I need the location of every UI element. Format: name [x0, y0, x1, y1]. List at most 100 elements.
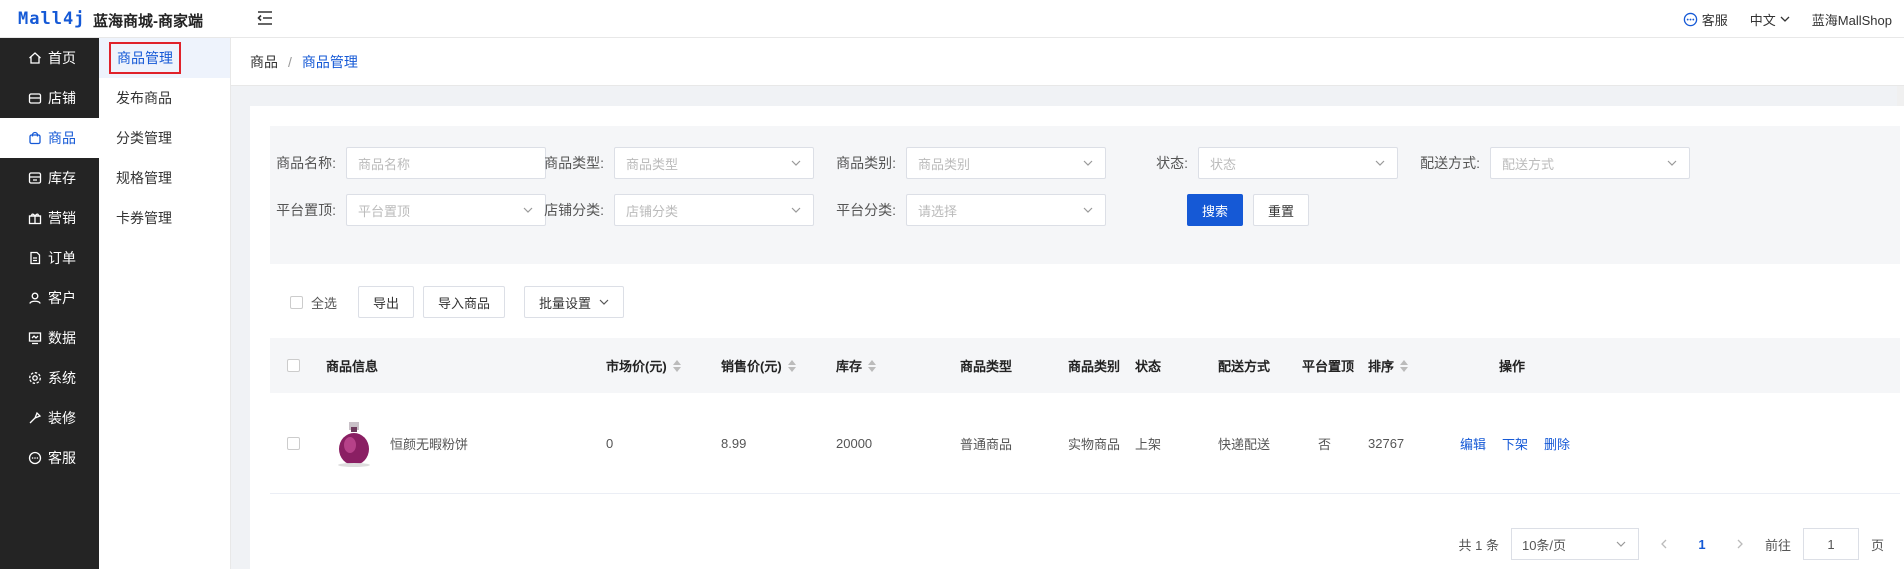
- language-dropdown[interactable]: 中文: [1750, 10, 1790, 29]
- submenu-item-spec-management[interactable]: 规格管理: [99, 158, 230, 198]
- logo[interactable]: Mall4j: [18, 9, 85, 29]
- operations-cell: 编辑 下架 删除: [1460, 393, 1570, 493]
- col-stock-label: 库存: [836, 359, 863, 374]
- platform-top-select[interactable]: 平台置顶: [346, 194, 546, 226]
- breadcrumb-current: 商品管理: [301, 53, 358, 70]
- chevron-down-icon: [1616, 541, 1626, 547]
- col-sort-label: 排序: [1368, 359, 1395, 374]
- col-sale-price-label: 销售价(元): [721, 359, 782, 374]
- sidebar-item-label: 装修: [48, 410, 76, 426]
- col-market-price-label: 市场价(元): [606, 359, 667, 374]
- col-sale-price[interactable]: 销售价(元): [721, 338, 796, 393]
- shop-name: 蓝海商城-商家端: [93, 13, 203, 30]
- chat-icon: [28, 451, 42, 465]
- select-all-checkbox[interactable]: [290, 295, 303, 309]
- chevron-down-icon: [791, 160, 801, 166]
- submenu-item-category-management[interactable]: 分类管理: [99, 118, 230, 158]
- col-platform-top: 平台置顶: [1302, 359, 1355, 374]
- sidebar-item-system[interactable]: 系统: [0, 358, 99, 398]
- header-checkbox[interactable]: [287, 359, 300, 372]
- row-checkbox[interactable]: [287, 436, 300, 450]
- select-all-label: 全选: [311, 295, 338, 311]
- user-menu[interactable]: 蓝海MallShop: [1812, 10, 1892, 29]
- sidebar-item-service[interactable]: 客服: [0, 438, 99, 478]
- edit-link[interactable]: 编辑: [1460, 434, 1486, 453]
- prev-page-icon[interactable]: [1651, 537, 1677, 551]
- sidebar-item-marketing[interactable]: 营销: [0, 198, 99, 238]
- total-count: 共 1 条: [1458, 537, 1499, 553]
- sidebar-item-orders[interactable]: 订单: [0, 238, 99, 278]
- breadcrumb: 商品 / 商品管理: [231, 38, 1904, 86]
- shop-category-select[interactable]: 店铺分类: [614, 194, 814, 226]
- chevron-down-icon: [1083, 207, 1093, 213]
- platform-top-cell: 否: [1318, 436, 1332, 452]
- shop-category-placeholder: 店铺分类: [626, 203, 679, 219]
- sort-cell: 32767: [1368, 435, 1405, 451]
- platform-category-select[interactable]: 请选择: [906, 194, 1106, 226]
- sort-icon[interactable]: [672, 359, 681, 372]
- sort-icon[interactable]: [868, 359, 877, 372]
- page-size-value: 10条/页: [1521, 537, 1567, 553]
- menu-collapse-icon[interactable]: [256, 9, 274, 27]
- next-page-icon[interactable]: [1727, 537, 1753, 551]
- sort-icon[interactable]: [787, 359, 796, 372]
- sidebar-item-label: 订单: [48, 250, 76, 266]
- sidebar-item-goods[interactable]: 商品: [0, 118, 99, 158]
- take-down-link[interactable]: 下架: [1502, 434, 1528, 453]
- submenu-item-coupon-management[interactable]: 卡券管理: [99, 198, 230, 238]
- chevron-down-icon: [791, 207, 801, 213]
- status-select[interactable]: 状态: [1198, 147, 1398, 179]
- goods-thumbnail[interactable]: [332, 418, 376, 468]
- col-sort[interactable]: 排序: [1368, 338, 1409, 393]
- language-label: 中文: [1749, 12, 1776, 28]
- reset-button[interactable]: 重置: [1253, 194, 1310, 226]
- submenu-item-publish-goods[interactable]: 发布商品: [99, 78, 230, 118]
- import-goods-button[interactable]: 导入商品: [423, 286, 506, 318]
- sidebar-item-data[interactable]: 数据: [0, 318, 99, 358]
- goods-name[interactable]: 恒颜无暇粉饼: [390, 434, 468, 453]
- delete-link[interactable]: 删除: [1544, 434, 1570, 453]
- batch-settings-dropdown[interactable]: 批量设置: [524, 286, 625, 318]
- export-button[interactable]: 导出: [358, 286, 415, 318]
- goods-info-cell: 恒颜无暇粉饼: [332, 393, 468, 493]
- search-button[interactable]: 搜索: [1187, 194, 1244, 226]
- bag-icon: [29, 131, 41, 145]
- stock-icon: [28, 172, 42, 184]
- chevron-down-icon: [1780, 16, 1790, 22]
- sidebar-item-decor[interactable]: 装修: [0, 398, 99, 438]
- filter-category-label: 商品类别:: [836, 155, 896, 171]
- filter-top-label: 平台置顶:: [276, 202, 336, 218]
- user-icon: [29, 292, 41, 304]
- submenu-item-goods-management[interactable]: 商品管理: [99, 38, 230, 78]
- sidebar-item-customers[interactable]: 客户: [0, 278, 99, 318]
- col-market-price[interactable]: 市场价(元): [606, 338, 681, 393]
- goods-name-input[interactable]: 商品名称: [346, 147, 546, 179]
- sidebar-item-home[interactable]: 首页: [0, 38, 99, 78]
- sidebar-item-store[interactable]: 店铺: [0, 78, 99, 118]
- page-size-select[interactable]: 10条/页: [1510, 528, 1639, 560]
- delivery-select[interactable]: 配送方式: [1490, 147, 1690, 179]
- goto-page-input[interactable]: 1: [1802, 528, 1859, 560]
- select-all[interactable]: 全选: [290, 293, 337, 312]
- sort-icon[interactable]: [1400, 359, 1409, 372]
- col-goods-type: 商品类型: [960, 359, 1013, 374]
- platform-top-placeholder: 平台置顶: [358, 203, 411, 219]
- col-stock[interactable]: 库存: [836, 338, 877, 393]
- status-cell: 上架: [1135, 436, 1162, 452]
- batch-settings-label: 批量设置: [539, 295, 592, 311]
- order-icon: [30, 251, 41, 265]
- filter-panel: 商品名称: 商品名称 商品类型: 商品类型 商品类别: 商品类别 状态: 状态 …: [270, 126, 1900, 264]
- goods-type-select[interactable]: 商品类型: [614, 147, 814, 179]
- table-header: 商品信息 市场价(元) 销售价(元) 库存 商品类型 商品类别 状态 配送方式 …: [270, 338, 1900, 393]
- sidebar-item-stock[interactable]: 库存: [0, 158, 99, 198]
- col-operations: 操作: [1499, 359, 1526, 374]
- platform-category-placeholder: 请选择: [918, 203, 958, 219]
- stock-cell: 20000: [836, 435, 873, 451]
- sidebar-item-label: 店铺: [48, 90, 76, 106]
- gear-icon: [29, 372, 41, 384]
- breadcrumb-root[interactable]: 商品: [250, 52, 278, 72]
- submenu-item-label: 商品管理: [109, 42, 181, 74]
- goods-category-select[interactable]: 商品类别: [906, 147, 1106, 179]
- page-number-current[interactable]: 1: [1689, 537, 1715, 552]
- customer-service-button[interactable]: 客服: [1683, 10, 1728, 29]
